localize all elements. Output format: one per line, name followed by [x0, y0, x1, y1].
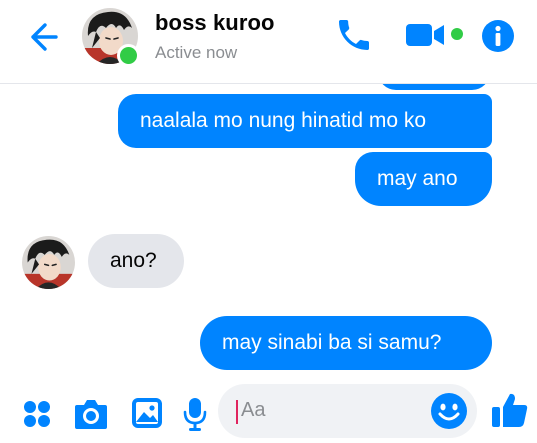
conversation-info-button[interactable]: [481, 19, 515, 53]
message-composer: Aa: [0, 378, 537, 443]
sender-avatar[interactable]: [22, 236, 75, 289]
camera-button[interactable]: [73, 397, 109, 431]
voice-message-button[interactable]: [183, 396, 207, 432]
message-bubble-outgoing[interactable]: [378, 84, 490, 90]
message-bubble-outgoing[interactable]: may sinabi ba si samu?: [200, 316, 492, 370]
message-input[interactable]: Aa: [218, 384, 477, 438]
online-status-dot: [117, 44, 140, 67]
message-bubble-outgoing[interactable]: may ano: [355, 152, 492, 206]
avatar-illustration: [22, 236, 75, 289]
message-thread[interactable]: naalala mo nung hinatid mo ko may ano an…: [0, 84, 537, 378]
arrow-left-icon: [31, 23, 58, 51]
back-button[interactable]: [26, 19, 66, 55]
four-dots-icon: [24, 401, 50, 427]
image-icon: [132, 398, 162, 428]
message-input-placeholder: Aa: [241, 399, 266, 421]
emoji-button[interactable]: [430, 392, 468, 430]
like-button[interactable]: [490, 390, 530, 430]
contact-name: boss kuroo: [155, 10, 275, 35]
contact-status: Active now: [155, 43, 238, 62]
gallery-button[interactable]: [130, 396, 164, 430]
messenger-chat-screen: boss kuroo Active now naalala mo nung hi…: [0, 0, 537, 443]
audio-call-button[interactable]: [334, 15, 374, 55]
thumbs-up-icon: [492, 393, 528, 427]
chat-header: boss kuroo Active now: [0, 0, 537, 84]
phone-icon: [339, 20, 369, 50]
message-bubble-incoming[interactable]: ano?: [88, 234, 184, 288]
video-online-dot: [451, 28, 463, 40]
text-caret: [236, 400, 238, 424]
message-bubble-outgoing[interactable]: naalala mo nung hinatid mo ko: [118, 94, 492, 148]
camera-icon: [75, 400, 107, 429]
info-icon: [482, 20, 514, 52]
more-actions-button[interactable]: [22, 399, 52, 429]
microphone-icon: [183, 398, 207, 431]
smiley-icon: [431, 393, 467, 429]
